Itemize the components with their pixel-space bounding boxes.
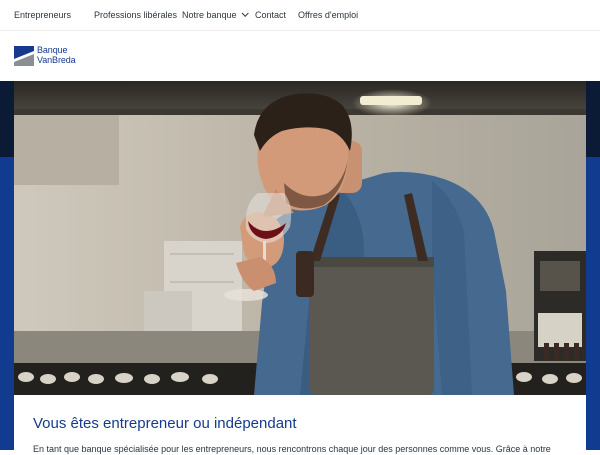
- nav-link-notre-banque-label: Notre banque: [182, 10, 237, 20]
- brand-bar: Banque VanBreda: [0, 31, 600, 81]
- bank-logo-wordmark: Banque VanBreda: [37, 45, 76, 65]
- nav-link-offres-emploi[interactable]: Offres d'emploi: [298, 10, 358, 20]
- bank-logo-line-2: VanBreda: [37, 55, 76, 65]
- top-navigation: Entrepreneurs Professions libérales Notr…: [0, 0, 600, 31]
- bank-logo-icon: [14, 46, 34, 66]
- hero-image: [14, 81, 586, 395]
- intro-text: En tant que banque spécialisée pour les …: [33, 444, 551, 454]
- hero-section: Vous êtes entrepreneur ou indépendant En…: [0, 81, 600, 455]
- nav-link-professions-liberales[interactable]: Professions libérales: [94, 10, 177, 20]
- nav-link-contact[interactable]: Contact: [255, 10, 286, 20]
- nav-link-notre-banque[interactable]: Notre banque: [182, 9, 249, 20]
- intro-title: Vous êtes entrepreneur ou indépendant: [33, 415, 297, 432]
- chevron-down-icon: [241, 9, 249, 17]
- nav-link-entrepreneurs[interactable]: Entrepreneurs: [14, 10, 71, 20]
- hero-illustration: [14, 81, 586, 395]
- intro-card: Vous êtes entrepreneur ou indépendant En…: [14, 395, 586, 455]
- bank-logo-line-1: Banque: [37, 45, 68, 55]
